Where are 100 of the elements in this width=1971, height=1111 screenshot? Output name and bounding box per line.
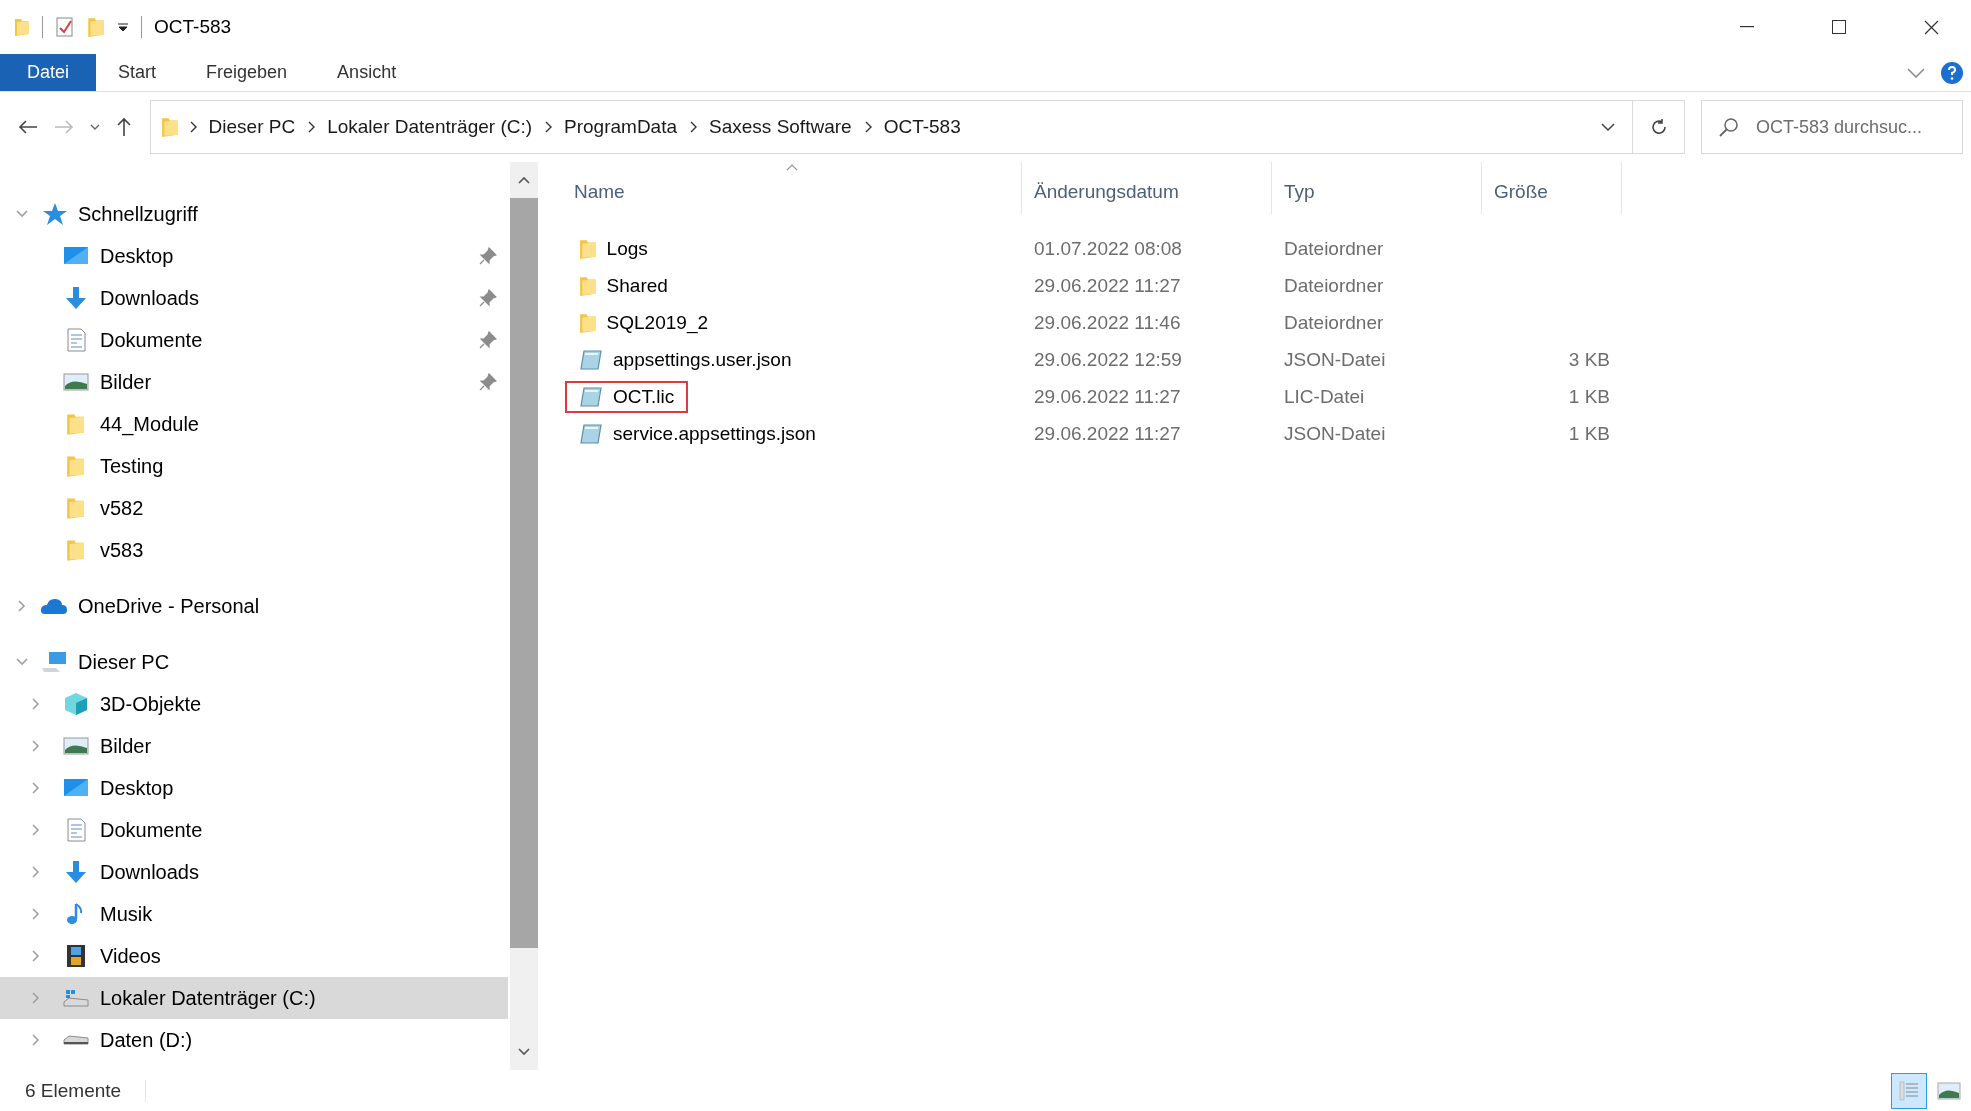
nav-item[interactable]: Dieser PC — [0, 641, 508, 683]
large-icons-view-icon — [1937, 1081, 1961, 1100]
address-bar[interactable]: Dieser PC Lokaler Datenträger (C:) ProgramData Saxess Software OCT-583 — [150, 100, 1685, 154]
nav-label: Desktop — [100, 244, 175, 268]
file-type: Dateiordner — [1283, 237, 1385, 260]
pin-icon[interactable] — [479, 247, 497, 265]
chevron-icon[interactable] — [544, 121, 553, 133]
file-name[interactable]: Logs — [606, 237, 648, 260]
cube-icon — [62, 692, 90, 716]
nav-item[interactable]: Schnellzugriff — [0, 193, 508, 235]
chevron-icon[interactable] — [307, 121, 316, 133]
breadcrumb-link[interactable]: Dieser PC — [206, 116, 298, 138]
quick-folder-icon — [14, 17, 30, 37]
file-icon — [579, 385, 603, 408]
ribbon-tab[interactable]: Ansicht — [315, 54, 419, 91]
chevron-icon[interactable] — [689, 121, 698, 133]
file-icon — [579, 348, 603, 371]
breadcrumb-link[interactable]: ProgramData — [562, 116, 680, 138]
nav-label: Downloads — [100, 860, 200, 884]
nav-item[interactable]: OneDrive - Personal — [0, 585, 508, 627]
scrollbar-thumb[interactable] — [510, 198, 538, 948]
minimize-icon[interactable] — [1740, 26, 1754, 28]
picture-icon — [62, 370, 90, 394]
nav-label: OneDrive - Personal — [78, 594, 261, 618]
breadcrumb-link[interactable]: Lokaler Datenträger (C:) — [325, 116, 535, 138]
file-type: JSON-Datei — [1283, 422, 1387, 445]
breadcrumb-link[interactable]: Saxess Software — [707, 116, 854, 138]
file-name[interactable]: SQL2019_2 — [606, 311, 708, 334]
breadcrumb-link[interactable]: OCT-583 — [881, 116, 963, 138]
nav-label: Lokaler Datenträger (C:) — [100, 986, 317, 1010]
column-header[interactable]: Typ — [1272, 162, 1482, 214]
file-menu-tab[interactable]: Datei — [0, 54, 97, 91]
ribbon-tab[interactable]: Freigeben — [184, 54, 310, 91]
chevron-down-icon[interactable] — [1601, 123, 1615, 131]
file-icon — [579, 422, 603, 445]
file-name[interactable]: service.appsettings.json — [613, 422, 816, 445]
file-name[interactable]: OCT.lic — [613, 385, 675, 408]
chevron-icon[interactable] — [863, 121, 872, 133]
nav-label: Downloads — [100, 286, 200, 310]
view-button[interactable] — [1891, 1072, 1927, 1109]
nav-label: Videos — [100, 944, 162, 968]
scrollbar[interactable] — [510, 162, 538, 1070]
column-header[interactable]: Name — [562, 162, 1022, 214]
refresh-icon[interactable] — [1649, 118, 1668, 136]
search-field[interactable]: OCT-583 durchsuc... — [1701, 100, 1963, 154]
nav-item[interactable]: Musik — [0, 893, 508, 935]
nav-item[interactable]: Testing — [0, 445, 508, 487]
properties-icon[interactable] — [55, 16, 75, 38]
nav-label: Dieser PC — [78, 650, 171, 674]
drive-icon — [62, 989, 90, 1007]
dropdown-icon[interactable] — [117, 21, 129, 33]
pin-icon[interactable] — [479, 373, 497, 391]
nav-item[interactable]: Bilder — [0, 725, 508, 767]
maximize-icon[interactable] — [1832, 20, 1846, 34]
nav-label: Schnellzugriff — [78, 202, 199, 226]
nav-item[interactable]: Downloads — [0, 851, 508, 893]
window-title: OCT-583 — [154, 16, 232, 38]
nav-label: Dokumente — [100, 328, 204, 352]
nav-item[interactable]: Desktop — [0, 767, 508, 809]
modified-date: 29.06.2022 11:46 — [1033, 311, 1182, 334]
nav-label: 44_Module — [100, 412, 200, 436]
file-type: Dateiordner — [1283, 311, 1385, 334]
computer-icon — [40, 650, 68, 674]
drive-icon — [62, 1035, 90, 1045]
pin-icon[interactable] — [479, 331, 497, 349]
modified-date: 01.07.2022 08:08 — [1033, 237, 1183, 260]
chevron-icon[interactable] — [188, 121, 197, 133]
file-type: JSON-Datei — [1283, 348, 1387, 371]
help-icon[interactable] — [1941, 61, 1963, 84]
nav-item[interactable]: Videos — [0, 935, 508, 977]
nav-item[interactable]: v582 — [0, 487, 508, 529]
close-icon[interactable] — [1923, 19, 1939, 35]
column-header[interactable]: Größe — [1482, 162, 1622, 214]
folder-icon — [579, 311, 597, 334]
nav-item[interactable]: Downloads — [0, 277, 508, 319]
nav-item[interactable]: Desktop — [0, 235, 508, 277]
nav-label: Testing — [100, 454, 165, 478]
nav-item[interactable]: Lokaler Datenträger (C:) — [0, 977, 508, 1019]
nav-item[interactable]: Bilder — [0, 361, 508, 403]
folder-icon — [579, 237, 597, 260]
nav-item[interactable]: Daten (D:) — [0, 1019, 508, 1061]
file-name[interactable]: Shared — [606, 274, 668, 297]
pin-icon[interactable] — [479, 289, 497, 307]
file-type: LIC-Datei — [1283, 385, 1366, 408]
expand-ribbon-icon[interactable] — [1907, 67, 1925, 78]
chevron-down-icon[interactable] — [90, 123, 100, 131]
details-view-icon — [1898, 1079, 1920, 1102]
file-name[interactable]: appsettings.user.json — [613, 348, 792, 371]
chevron-up-icon[interactable] — [518, 176, 530, 184]
chevron-down-icon[interactable] — [518, 1048, 530, 1056]
nav-label: Bilder — [100, 734, 153, 758]
nav-item[interactable]: 3D-Objekte — [0, 683, 508, 725]
nav-item[interactable]: v583 — [0, 529, 508, 571]
ribbon-tab[interactable]: Start — [96, 54, 179, 91]
nav-item[interactable]: Dokumente — [0, 319, 508, 361]
folder-icon — [66, 538, 86, 562]
column-header[interactable]: Änderungsdatum — [1022, 162, 1272, 214]
nav-item[interactable]: Dokumente — [0, 809, 508, 851]
file-size: 1 KB — [1567, 385, 1611, 408]
nav-item[interactable]: 44_Module — [0, 403, 508, 445]
